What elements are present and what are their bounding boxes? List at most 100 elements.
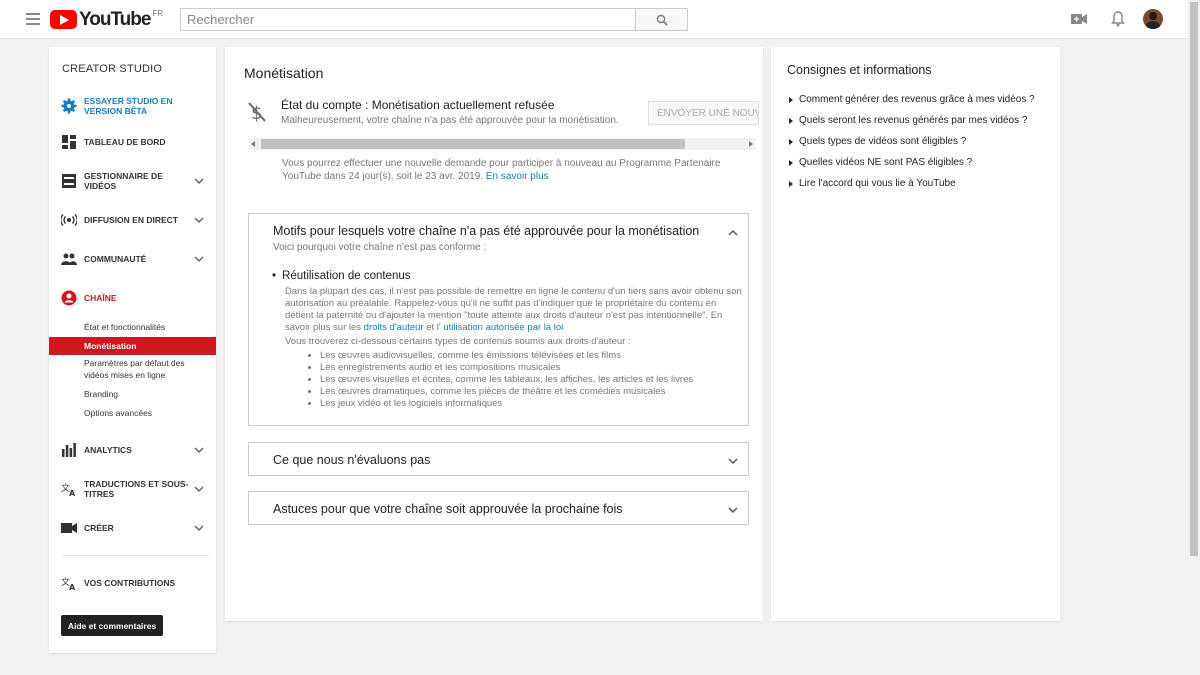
- page-scrollbar[interactable]: [1188, 0, 1200, 675]
- sidebar-subitem-status[interactable]: État et fonctionnalités: [49, 321, 216, 333]
- content-types-list: Les œuvres audiovisuelles, comme les émi…: [320, 350, 693, 410]
- scrollbar-thumb[interactable]: [1190, 2, 1198, 556]
- horizontal-scrollbar[interactable]: [249, 138, 755, 150]
- sidebar-item-label: GESTIONNAIRE DE VIDÉOS: [84, 171, 163, 191]
- sidebar-item-translations[interactable]: 文A TRADUCTIONS ET SOUS-TITRES: [49, 479, 216, 499]
- chevron-down-icon[interactable]: [194, 445, 204, 455]
- sidebar-item-video-manager[interactable]: GESTIONNAIRE DE VIDÉOS: [49, 171, 216, 191]
- sidebar-subitem-branding[interactable]: Branding: [49, 388, 216, 400]
- reason-body: Dans la plupart des cas, il n'est pas po…: [285, 286, 745, 334]
- guideline-link-text[interactable]: Comment générer des revenus grâce à mes …: [799, 94, 1035, 105]
- list-item: Les œuvres audiovisuelles, comme les émi…: [320, 350, 693, 362]
- sidebar-item-channel[interactable]: CHAÎNE: [49, 290, 216, 306]
- submit-request-button[interactable]: ENVOYER UNE NOUVE: [648, 101, 759, 125]
- translate-icon: 文A: [61, 481, 77, 497]
- avatar[interactable]: [1143, 9, 1163, 29]
- guideline-link[interactable]: Quels types de vidéos sont éligibles ?: [789, 136, 966, 147]
- help-feedback-button[interactable]: Aide et commentaires: [61, 615, 163, 636]
- search-icon: [656, 14, 668, 26]
- upload-video-icon[interactable]: [1070, 10, 1088, 28]
- list-item: Les œuvres dramatiques, comme les pièces…: [320, 386, 693, 398]
- sidebar-item-analytics[interactable]: ANALYTICS: [49, 442, 216, 458]
- reapply-note: Vous pourrez effectuer une nouvelle dema…: [282, 157, 742, 183]
- notifications-bell-icon[interactable]: [1109, 10, 1127, 28]
- reasons-subtitle: Voici pourquoi votre chaîne n'est pas co…: [273, 242, 487, 253]
- sidebar-item-dashboard[interactable]: TABLEAU DE BORD: [49, 134, 216, 150]
- guideline-link[interactable]: Comment générer des revenus grâce à mes …: [789, 94, 1035, 105]
- list-item: Les enregistrements audio et les composi…: [320, 362, 693, 374]
- list-item: Les œuvres visuelles et écrites, comme l…: [320, 374, 693, 386]
- horizontal-scrollbar-thumb[interactable]: [261, 139, 685, 149]
- guideline-link[interactable]: Quelles vidéos NE sont PAS éligibles ?: [789, 157, 972, 168]
- sidebar-item-label: ANALYTICS: [84, 445, 132, 455]
- sidebar-divider: [61, 555, 209, 556]
- chevron-down-icon[interactable]: [194, 254, 204, 264]
- learn-more-link[interactable]: En savoir plus: [486, 171, 549, 182]
- search-input[interactable]: Rechercher: [180, 8, 636, 31]
- sidebar-item-beta[interactable]: ESSAYER STUDIO EN VERSION BÊTA: [49, 94, 216, 118]
- list-item: Les jeux vidéo et les logiciels informat…: [320, 398, 693, 410]
- sidebar-item-community[interactable]: COMMUNAUTÉ: [49, 251, 216, 267]
- top-bar: YouTube FR Rechercher: [0, 0, 1188, 39]
- menu-icon[interactable]: [26, 13, 40, 25]
- sidebar-item-create[interactable]: CRÉER: [49, 520, 216, 536]
- content-types-intro: Vous trouverez ci-dessous certains types…: [285, 336, 631, 347]
- sidebar-subitem-upload-defaults[interactable]: Paramètres par défaut des vidéos mises e…: [49, 357, 199, 381]
- chevron-down-icon[interactable]: [727, 504, 739, 516]
- chevron-down-icon[interactable]: [194, 176, 204, 186]
- reasons-panel: Motifs pour lesquels votre chaîne n'a pa…: [248, 213, 749, 426]
- account-status-subtitle: Malheureusement, votre chaîne n'a pas ét…: [281, 115, 619, 126]
- guideline-link-text[interactable]: Quels types de vidéos sont éligibles ?: [799, 136, 966, 147]
- account-status-title: État du compte : Monétisation actuelleme…: [281, 98, 555, 112]
- sidebar-item-label: COMMUNAUTÉ: [84, 254, 147, 264]
- logo-country: FR: [152, 9, 164, 18]
- search-button[interactable]: [635, 8, 688, 31]
- copyright-link[interactable]: droits d'auteur: [364, 322, 424, 333]
- video-manager-icon: [61, 173, 77, 189]
- reasons-panel-title[interactable]: Motifs pour lesquels votre chaîne n'a pa…: [273, 224, 699, 238]
- chevron-up-icon[interactable]: [727, 227, 739, 239]
- sidebar-title: CREATOR STUDIO: [62, 63, 163, 75]
- scroll-left-icon[interactable]: [251, 141, 255, 147]
- sidebar-item-contributions[interactable]: 文A VOS CONTRIBUTIONS: [49, 575, 216, 591]
- guideline-link-text[interactable]: Lire l'accord qui vous lie à YouTube: [799, 178, 956, 189]
- not-evaluated-panel-title[interactable]: Ce que nous n'évaluons pas: [273, 453, 430, 467]
- caret-right-icon: [789, 96, 793, 103]
- svg-text:A: A: [69, 489, 76, 496]
- caret-right-icon: [789, 159, 793, 166]
- dashboard-icon: [61, 134, 77, 150]
- svg-text:A: A: [69, 583, 76, 590]
- sidebar-subitem-monetization[interactable]: Monétisation: [49, 337, 216, 355]
- sidebar-item-label: TRADUCTIONS ET SOUS-TITRES: [84, 479, 189, 499]
- sidebar-item-live[interactable]: DIFFUSION EN DIRECT: [49, 212, 216, 228]
- fair-use-link[interactable]: utilisation autorisée par la loi: [443, 322, 563, 333]
- channel-icon: [61, 290, 77, 306]
- tips-panel-title[interactable]: Astuces pour que votre chaîne soit appro…: [273, 502, 623, 516]
- guidelines-title: Consignes et informations: [787, 63, 932, 77]
- contributions-icon: 文A: [61, 575, 77, 591]
- caret-right-icon: [789, 138, 793, 145]
- page-title: Monétisation: [244, 65, 324, 81]
- live-icon: [61, 212, 77, 228]
- caret-right-icon: [789, 180, 793, 187]
- sidebar-item-label: CHAÎNE: [84, 293, 117, 303]
- sidebar-item-label: ESSAYER STUDIO EN VERSION BÊTA: [84, 96, 173, 116]
- guideline-link-text[interactable]: Quelles vidéos NE sont PAS éligibles ?: [799, 157, 972, 168]
- chevron-down-icon[interactable]: [194, 484, 204, 494]
- community-icon: [61, 251, 77, 267]
- chevron-down-icon[interactable]: [194, 523, 204, 533]
- not-evaluated-panel[interactable]: Ce que nous n'évaluons pas: [248, 442, 749, 476]
- chevron-down-icon[interactable]: [727, 455, 739, 467]
- guideline-link-text[interactable]: Quels seront les revenus générés par mes…: [799, 115, 1027, 126]
- chevron-down-icon[interactable]: [194, 215, 204, 225]
- logo-text: YouTube: [79, 9, 151, 30]
- tips-panel[interactable]: Astuces pour que votre chaîne soit appro…: [248, 491, 749, 525]
- scroll-right-icon[interactable]: [749, 141, 753, 147]
- main-content: Monétisation $ État du compte : Monétisa…: [225, 47, 763, 621]
- sidebar-subitem-advanced[interactable]: Options avancées: [49, 407, 216, 419]
- youtube-logo[interactable]: YouTube FR: [50, 9, 164, 30]
- reason-title: Réutilisation de contenus: [272, 270, 411, 282]
- guideline-link[interactable]: Lire l'accord qui vous lie à YouTube: [789, 178, 956, 189]
- guideline-link[interactable]: Quels seront les revenus générés par mes…: [789, 115, 1027, 126]
- sidebar: CREATOR STUDIO ESSAYER STUDIO EN VERSION…: [49, 47, 216, 653]
